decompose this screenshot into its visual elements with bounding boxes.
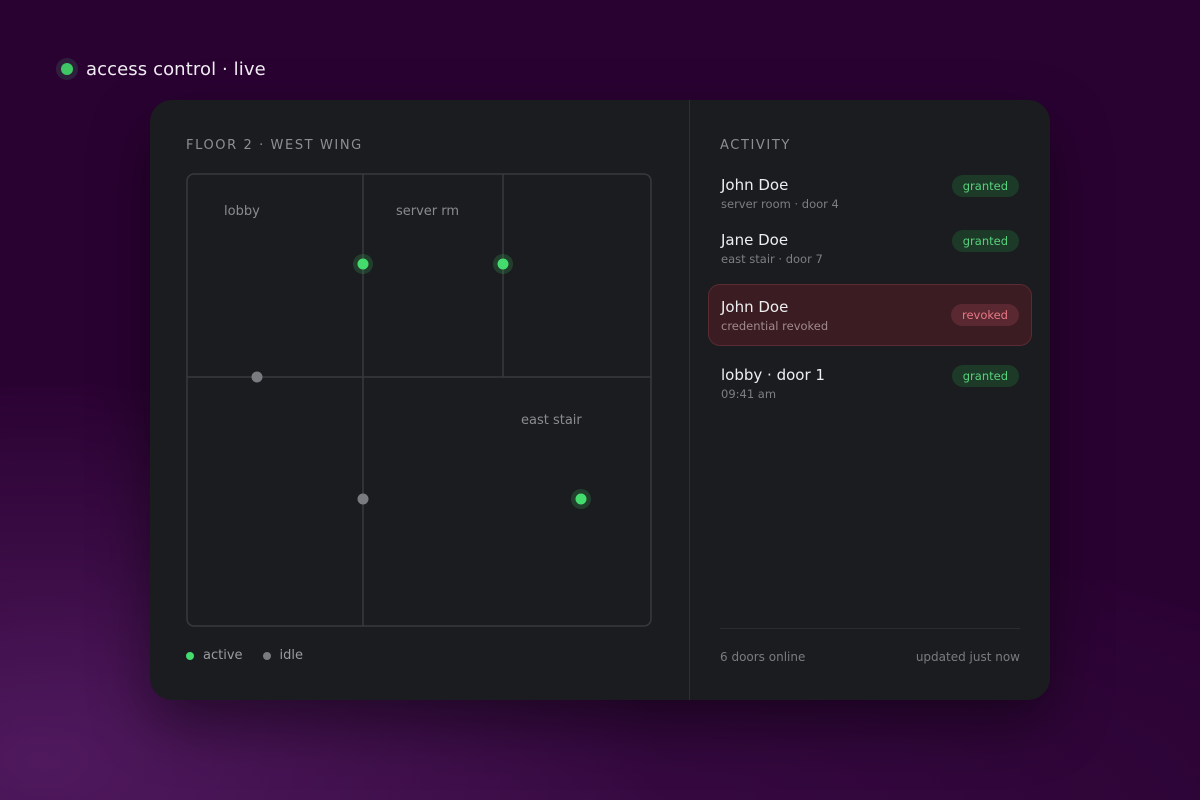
activity-title: ACTIVITY (720, 138, 791, 153)
last-updated-label: updated just now (915, 650, 1020, 664)
legend-idle-label: idle (279, 648, 303, 663)
live-status-indicator: access control · live (56, 56, 266, 82)
access-control-panel: FLOOR 2 · WEST WING lobby server rm east… (150, 100, 1050, 700)
door-markers (251, 254, 591, 509)
door-marker-east-stair-dot[interactable] (575, 493, 587, 505)
activity-footer: 6 doors online updated just now (720, 628, 1020, 664)
legend-active-label: active (203, 648, 243, 663)
panel-divider (689, 100, 690, 700)
legend-item-active: active (186, 648, 243, 663)
activity-item[interactable]: Jane Doe east stair · door 7 granted (708, 223, 1032, 278)
map-legend: active idle (186, 648, 323, 663)
doors-online-count: 6 doors online (720, 650, 806, 664)
legend-active-dot-icon (186, 651, 194, 660)
door-marker-server-room-east-dot[interactable] (497, 258, 509, 270)
room-label-lobby: lobby (224, 204, 260, 219)
activity-item-detail: server room · door 4 (721, 197, 839, 211)
live-status-dot-icon (56, 58, 78, 80)
app-status-label: access control · live (86, 58, 266, 80)
status-badge-granted: granted (951, 175, 1019, 197)
activity-item-detail: 09:41 am (721, 387, 777, 401)
room-label-east-stair: east stair (521, 413, 582, 428)
floor-outline (186, 173, 652, 627)
room-label-server-room: server rm (396, 204, 459, 219)
activity-item[interactable]: John Doe server room · door 4 granted (708, 168, 1032, 223)
door-marker-server-room-west-dot[interactable] (357, 258, 369, 270)
door-marker-lobby-south[interactable] (251, 371, 263, 383)
activity-list: John Doe server room · door 4 granted Ja… (708, 168, 1032, 413)
floor-map-title: FLOOR 2 · WEST WING (186, 138, 363, 153)
door-marker-central[interactable] (357, 493, 369, 505)
legend-item-idle: idle (262, 648, 303, 663)
status-badge-granted: granted (951, 230, 1019, 252)
activity-item[interactable]: lobby · door 1 09:41 am granted (708, 358, 1032, 413)
activity-item-revoked[interactable]: John Doe credential revoked revoked (708, 284, 1032, 346)
activity-item-detail: east stair · door 7 (721, 252, 823, 266)
status-badge-granted: granted (951, 365, 1019, 387)
floor-map: lobby server rm east stair (186, 173, 652, 627)
legend-idle-dot-icon (262, 651, 271, 660)
status-badge-revoked: revoked (950, 304, 1019, 326)
